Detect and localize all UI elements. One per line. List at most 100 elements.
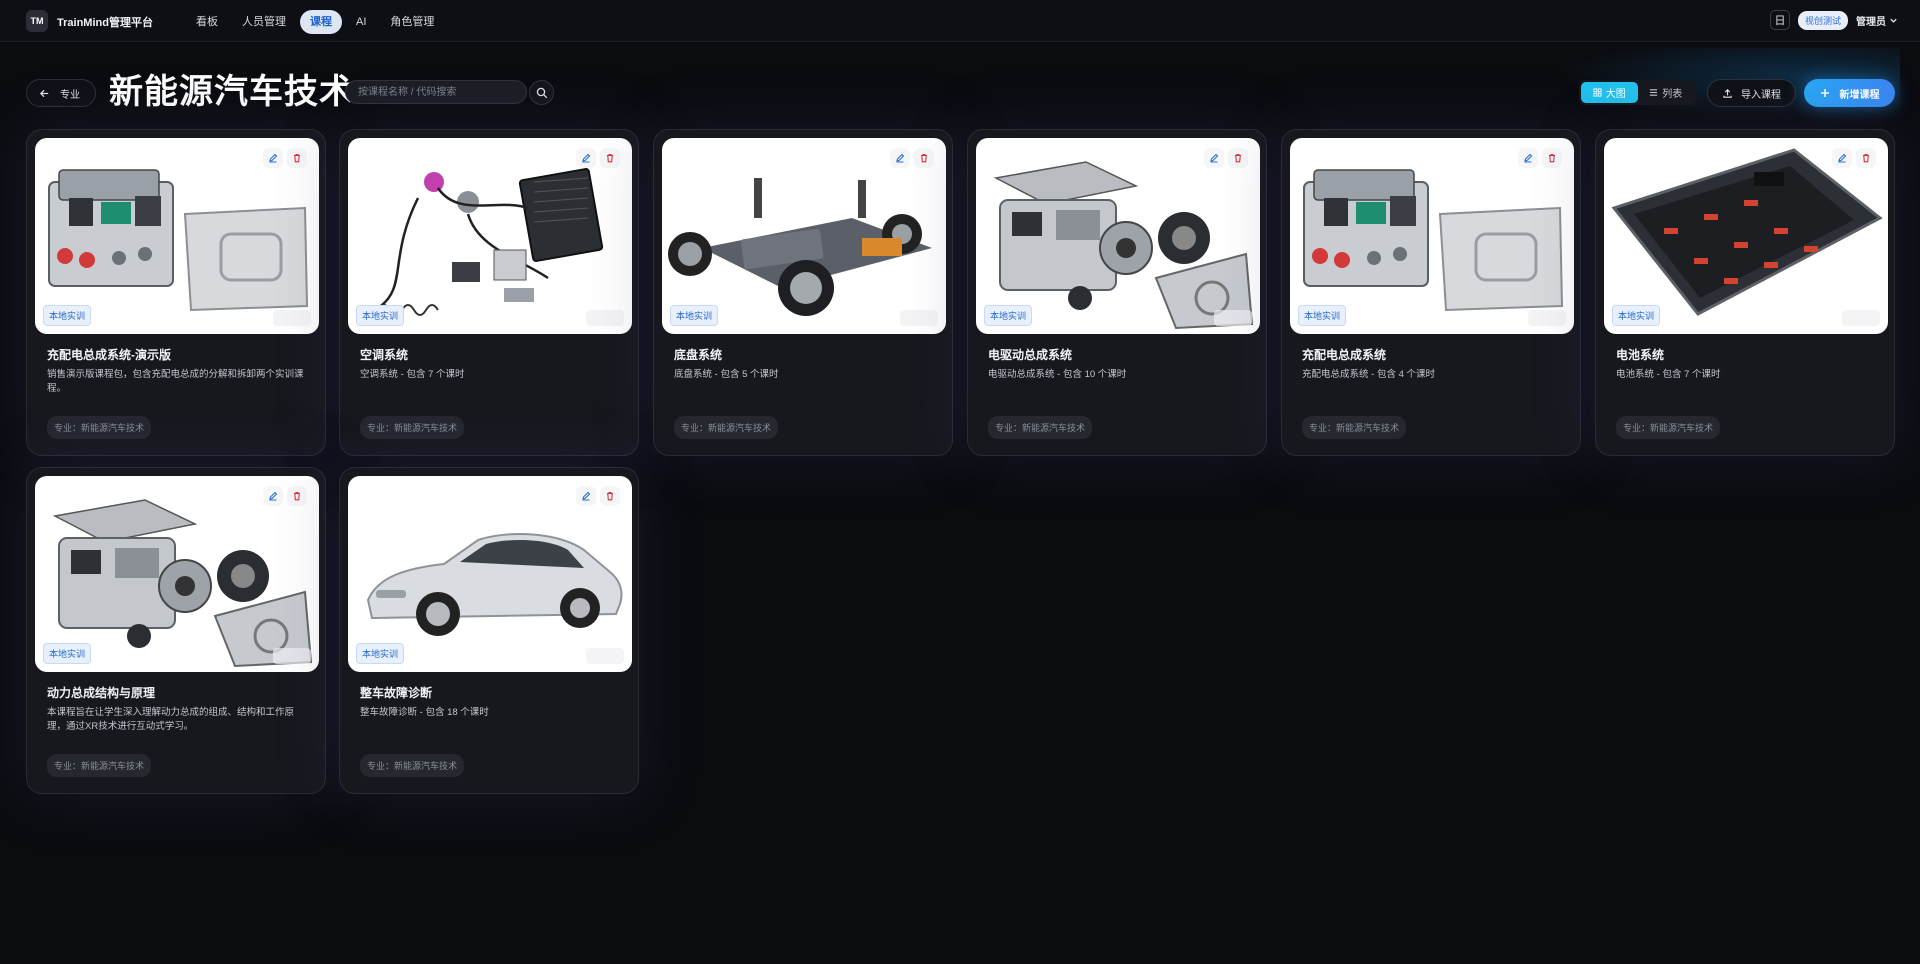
delete-button[interactable]	[1542, 148, 1562, 168]
nav-item-courses[interactable]: 课程	[300, 10, 342, 34]
list-icon	[1650, 89, 1658, 96]
pencil-icon	[269, 153, 278, 163]
pencil-icon	[896, 153, 905, 163]
course-title: 空调系统	[360, 348, 409, 362]
edit-button[interactable]	[576, 148, 596, 168]
delete-button[interactable]	[600, 486, 620, 506]
edit-button[interactable]	[890, 148, 910, 168]
view-grid-button[interactable]: 大图	[1581, 82, 1638, 103]
edit-button[interactable]	[1204, 148, 1224, 168]
training-type-tag: 本地实训	[356, 305, 405, 326]
course-title: 电池系统	[1616, 348, 1665, 362]
major-chip: 专业：新能源汽车技术	[674, 416, 779, 439]
course-title: 动力总成结构与原理	[47, 686, 156, 700]
user-name: 管理员	[1856, 16, 1886, 28]
course-title: 充配电总成系统-演示版	[47, 348, 171, 362]
nav-item-roles[interactable]: 角色管理	[380, 10, 444, 34]
page-title: 新能源汽车技术	[109, 73, 354, 111]
training-type-tag: 本地实训	[43, 305, 92, 326]
course-card[interactable]: 本地实训 整车故障诊断 整车故障诊断 - 包含 18 个课时 专业：新能源汽车技…	[339, 467, 639, 794]
edit-button[interactable]	[576, 486, 596, 506]
course-image[interactable]: 本地实训	[35, 476, 319, 672]
status-tag	[1214, 310, 1252, 326]
course-card[interactable]: 本地实训 底盘系统 底盘系统 - 包含 5 个课时 专业：新能源汽车技术	[653, 129, 953, 456]
view-list-button[interactable]: 列表	[1638, 82, 1695, 103]
major-chip: 专业：新能源汽车技术	[360, 754, 465, 777]
user-menu[interactable]: 管理员	[1856, 13, 1898, 28]
arrow-left-icon	[39, 89, 49, 97]
course-title: 充配电总成系统	[1302, 348, 1387, 362]
environment-badge[interactable]: 视创测试	[1797, 10, 1848, 30]
top-right-controls: 日 视创测试 管理员	[1769, 10, 1898, 30]
course-card[interactable]: 本地实训 充配电总成系统 充配电总成系统 - 包含 4 个课时 专业：新能源汽车…	[1281, 129, 1581, 456]
view-list-label: 列表	[1662, 89, 1683, 100]
major-chip: 专业：新能源汽车技术	[47, 754, 152, 777]
trash-icon	[294, 153, 300, 163]
back-button[interactable]: 专业	[26, 79, 96, 107]
course-image[interactable]: 本地实训	[35, 138, 319, 334]
app-name[interactable]: TrainMind管理平台	[57, 14, 153, 30]
search-input[interactable]	[345, 80, 527, 104]
status-tag	[1528, 310, 1566, 326]
trash-icon	[607, 153, 613, 163]
delete-button[interactable]	[1228, 148, 1248, 168]
edit-button[interactable]	[1518, 148, 1538, 168]
pencil-icon	[1524, 153, 1533, 163]
course-card[interactable]: 本地实训 电驱动总成系统 电驱动总成系统 - 包含 10 个课时 专业：新能源汽…	[967, 129, 1267, 456]
nav-item-ai[interactable]: AI	[346, 10, 376, 34]
status-tag	[900, 310, 938, 326]
status-tag	[586, 648, 624, 664]
search-icon	[536, 87, 547, 98]
course-card[interactable]: 本地实训 动力总成结构与原理 本课程旨在让学生深入理解动力总成的组成、结构和工作…	[26, 467, 326, 794]
add-course-button[interactable]: 新增课程	[1804, 79, 1895, 107]
edit-button[interactable]	[1832, 148, 1852, 168]
pencil-icon	[269, 491, 278, 501]
app-logo[interactable]: TM	[26, 10, 48, 32]
course-description: 空调系统 - 包含 7 个课时	[360, 369, 465, 380]
view-grid-label: 大图	[1605, 89, 1626, 100]
course-card[interactable]: 本地实训 充配电总成系统-演示版 销售演示版课程包，包含充配电总成的分解和拆卸两…	[26, 129, 326, 456]
course-image[interactable]: 本地实训	[348, 476, 632, 672]
main-nav: 看板 人员管理 课程 AI 角色管理	[186, 10, 444, 34]
course-image[interactable]: 本地实训	[1604, 138, 1888, 334]
course-description: 整车故障诊断 - 包含 18 个课时	[360, 707, 489, 718]
course-image[interactable]: 本地实训	[348, 138, 632, 334]
training-type-tag: 本地实训	[670, 305, 719, 326]
course-description: 充配电总成系统 - 包含 4 个课时	[1302, 369, 1436, 380]
edit-button[interactable]	[263, 148, 283, 168]
trash-icon	[1863, 153, 1869, 163]
course-description: 本课程旨在让学生深入理解动力总成的组成、结构和工作原理，通过XR技术进行互动式学…	[47, 707, 295, 732]
delete-button[interactable]	[1856, 148, 1876, 168]
course-description: 底盘系统 - 包含 5 个课时	[674, 369, 779, 380]
major-chip: 专业：新能源汽车技术	[47, 416, 152, 439]
course-description: 销售演示版课程包，包含充配电总成的分解和拆卸两个实训课程。	[47, 369, 304, 394]
search-button[interactable]	[529, 80, 554, 105]
nav-item-people[interactable]: 人员管理	[232, 10, 296, 34]
course-image[interactable]: 本地实训	[662, 138, 946, 334]
upload-icon	[1723, 88, 1732, 98]
pencil-icon	[1838, 153, 1847, 163]
training-type-tag: 本地实训	[1298, 305, 1347, 326]
nav-item-dashboard[interactable]: 看板	[186, 10, 228, 34]
delete-button[interactable]	[600, 148, 620, 168]
major-chip: 专业：新能源汽车技术	[360, 416, 465, 439]
calendar-icon[interactable]: 日	[1769, 10, 1790, 30]
trash-icon	[294, 491, 300, 501]
back-label: 专业	[60, 89, 80, 101]
course-card[interactable]: 本地实训 空调系统 空调系统 - 包含 7 个课时 专业：新能源汽车技术	[339, 129, 639, 456]
plus-icon	[1820, 89, 1829, 97]
course-card[interactable]: 本地实训 电池系统 电池系统 - 包含 7 个课时 专业：新能源汽车技术	[1595, 129, 1895, 456]
delete-button[interactable]	[287, 486, 307, 506]
delete-button[interactable]	[914, 148, 934, 168]
course-description: 电池系统 - 包含 7 个课时	[1616, 369, 1721, 380]
edit-button[interactable]	[263, 486, 283, 506]
top-nav-bar: TM TrainMind管理平台 看板 人员管理 课程 AI 角色管理 日 视创…	[0, 0, 1920, 42]
course-image[interactable]: 本地实训	[1290, 138, 1574, 334]
training-type-tag: 本地实训	[356, 643, 405, 664]
course-image[interactable]: 本地实训	[976, 138, 1260, 334]
major-chip: 专业：新能源汽车技术	[1616, 416, 1721, 439]
view-toggle: 大图 列表	[1579, 80, 1696, 105]
delete-button[interactable]	[287, 148, 307, 168]
pencil-icon	[582, 153, 591, 163]
import-course-button[interactable]: 导入课程	[1707, 79, 1796, 107]
